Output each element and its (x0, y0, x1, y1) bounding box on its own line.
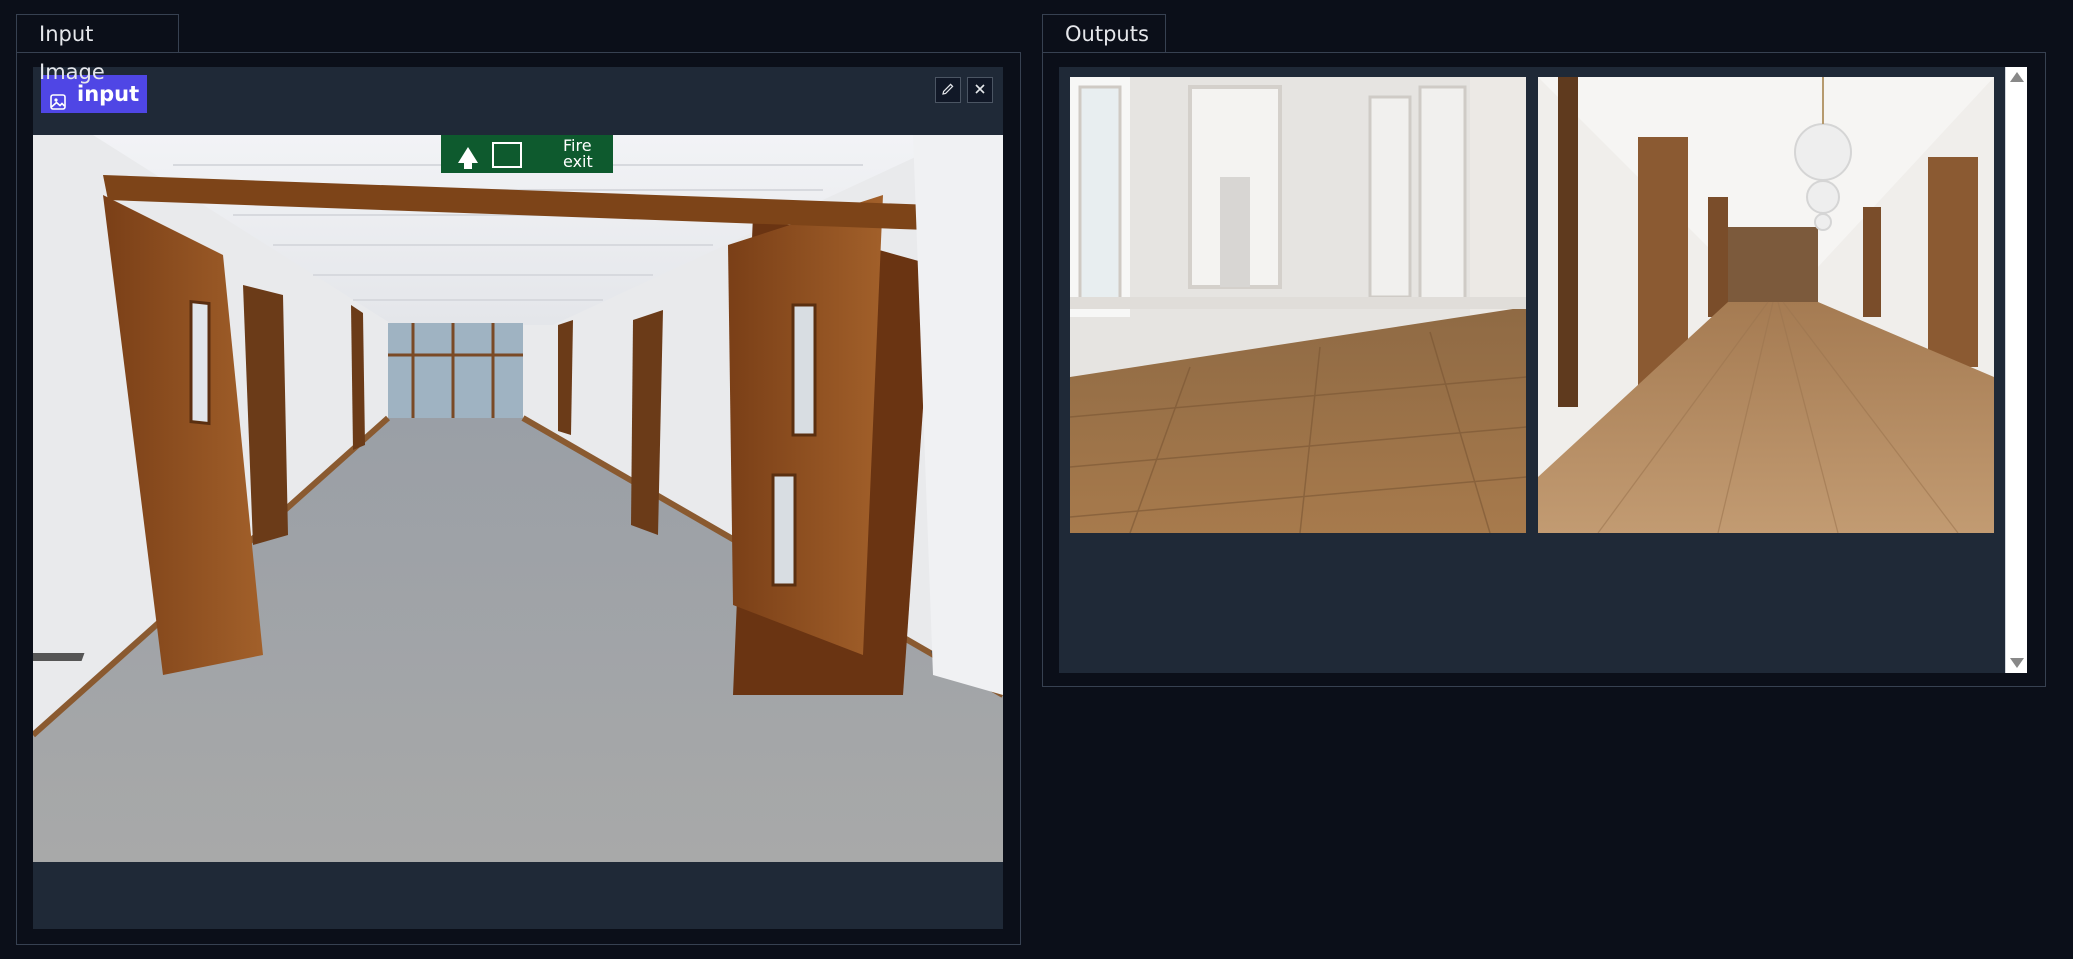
clear-image-button[interactable] (967, 77, 993, 103)
tab-outputs[interactable]: Outputs (1042, 14, 1166, 52)
output-image-2[interactable] (1538, 77, 1994, 533)
output-image-1[interactable] (1070, 77, 1526, 533)
outputs-gallery[interactable] (1059, 67, 2027, 673)
tab-input-image-label: Input Image (39, 22, 105, 84)
scroll-up-arrow-icon[interactable] (2010, 72, 2024, 82)
input-image-container[interactable]: input Fire exit (33, 67, 1003, 929)
tab-outputs-label: Outputs (1065, 22, 1149, 46)
edit-button[interactable] (935, 77, 961, 103)
close-icon (973, 81, 987, 100)
tab-input-image[interactable]: Input Image (16, 14, 179, 84)
gallery-scrollbar[interactable] (2005, 67, 2027, 673)
input-image[interactable]: Fire exit (33, 135, 1003, 862)
pencil-icon (941, 81, 955, 100)
scroll-down-arrow-icon[interactable] (2010, 658, 2024, 668)
exit-sign-text: Fire exit (563, 136, 593, 171)
